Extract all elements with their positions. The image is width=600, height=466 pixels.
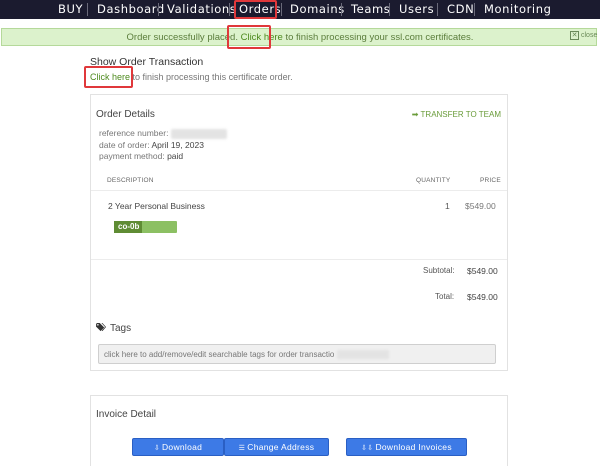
banner-link-highlight (227, 25, 271, 49)
total-value: $549.00 (467, 292, 498, 302)
banner-text-before: Order successfully placed. (126, 32, 241, 43)
subtotal-label: Subtotal: (423, 266, 455, 275)
nav-item-buy[interactable]: BUY (58, 0, 83, 19)
reference-number-redacted (170, 128, 227, 139)
nav-item-monitoring[interactable]: Monitoring (484, 0, 552, 19)
column-header-price: PRICE (480, 177, 501, 184)
download-icon: ⇩ (153, 445, 160, 452)
reference-number-label: reference number: (99, 128, 169, 138)
download-multiple-icon: ⇩⇩ (361, 445, 374, 452)
nav-divider (341, 3, 342, 16)
nav-divider (474, 3, 475, 16)
nav-divider (281, 3, 282, 16)
list-icon: ☰ (238, 445, 246, 452)
transfer-label: TRANSFER TO TEAM (420, 110, 501, 119)
success-banner: Order successfully placed. Click here to… (1, 28, 597, 46)
tags-placeholder-text: click here to add/remove/edit searchable… (104, 350, 335, 359)
top-nav: BUY Dashboard Validations Orders Domains… (0, 0, 600, 19)
column-header-description: DESCRIPTION (107, 177, 154, 184)
column-header-quantity: QUANTITY (416, 177, 451, 184)
certificate-code-badge[interactable]: co-0b (114, 221, 177, 233)
table-divider (91, 259, 507, 260)
change-address-button[interactable]: ☰ Change Address (224, 438, 329, 456)
total-label: Total: (435, 292, 455, 301)
download-invoices-button[interactable]: ⇩⇩ Download Invoices (346, 438, 467, 456)
table-divider (91, 190, 507, 191)
download-button-label: Download (161, 442, 203, 452)
invoice-detail-title: Invoice Detail (96, 409, 157, 420)
banner-close-button[interactable]: ✕ close (570, 31, 597, 40)
payment-method-value: paid (167, 151, 184, 161)
reference-number-row: reference number: (99, 128, 227, 139)
nav-divider (87, 3, 88, 16)
nav-item-cdn[interactable]: CDN (447, 0, 474, 19)
nav-divider (229, 3, 230, 16)
banner-close-label: close (581, 32, 598, 39)
nav-divider (437, 3, 438, 16)
order-item-price: $549.00 (465, 201, 496, 211)
nav-item-users[interactable]: Users (399, 0, 434, 19)
nav-divider (389, 3, 390, 16)
nav-item-domains[interactable]: Domains (290, 0, 345, 19)
transfer-to-team-button[interactable]: ➡ TRANSFER TO TEAM (412, 110, 501, 119)
order-item-quantity: 1 (445, 201, 450, 211)
payment-method-row: payment method: paid (99, 151, 183, 161)
nav-item-teams[interactable]: Teams (351, 0, 390, 19)
tags-placeholder: click here to add/remove/edit searchable… (104, 350, 389, 360)
change-address-button-label: Change Address (247, 442, 315, 452)
order-date-value: April 19, 2023 (151, 140, 204, 150)
banner-text-after: to finish processing your ssl.com certif… (282, 32, 474, 43)
active-nav-highlight (234, 0, 277, 19)
download-invoices-button-label: Download Invoices (375, 442, 452, 452)
invoice-detail-card: Invoice Detail ⇩ Download ☰ Change Address… (90, 395, 508, 466)
nav-item-validations[interactable]: Validations (167, 0, 236, 19)
close-icon: ✕ (570, 31, 579, 40)
banner-message: Order successfully placed. Click here to… (2, 32, 598, 43)
order-details-title: Order Details (96, 109, 155, 120)
certificate-code: co-0b (118, 222, 140, 231)
subtotal-value: $549.00 (467, 266, 498, 276)
tags-heading: Tags (96, 323, 131, 334)
order-item-name: 2 Year Personal Business (108, 201, 205, 211)
tag-icon (96, 323, 106, 332)
order-date-label: date of order: (99, 140, 150, 150)
page-link-highlight (84, 66, 133, 88)
nav-item-dashboard[interactable]: Dashboard (97, 0, 165, 19)
tags-input[interactable]: click here to add/remove/edit searchable… (98, 344, 496, 364)
download-button[interactable]: ⇩ Download (132, 438, 224, 456)
order-date-row: date of order: April 19, 2023 (99, 140, 204, 150)
tags-title: Tags (110, 323, 132, 334)
payment-method-label: payment method: (99, 151, 165, 161)
tags-redacted (336, 350, 389, 360)
arrow-right-icon: ➡ (411, 110, 421, 119)
finish-processing-text: to finish processing this certificate or… (130, 72, 293, 82)
nav-divider (158, 3, 159, 16)
order-details-card: Order Details ➡ TRANSFER TO TEAM referen… (90, 94, 508, 371)
